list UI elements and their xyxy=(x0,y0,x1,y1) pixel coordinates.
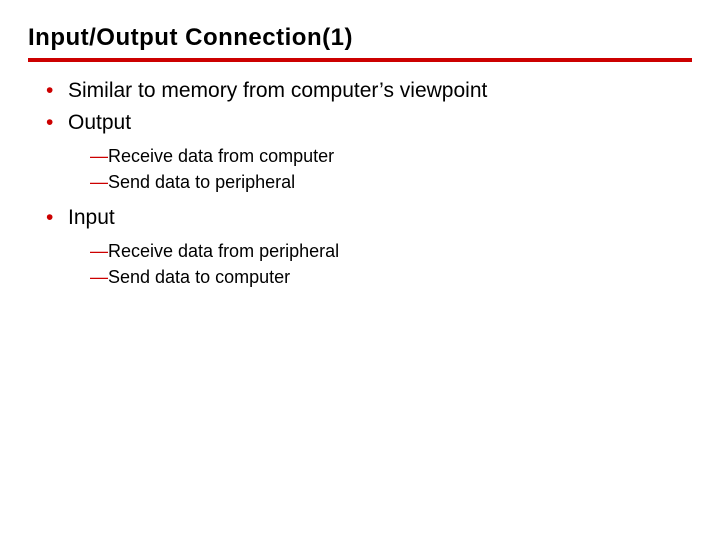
dash-icon: — xyxy=(90,241,108,261)
sub-bullet-item: —Receive data from computer xyxy=(90,143,692,169)
bullet-text: Similar to memory from computer’s viewpo… xyxy=(68,79,487,102)
sub-bullet-text: Receive data from peripheral xyxy=(108,241,339,261)
sub-bullet-list: —Receive data from peripheral —Send data… xyxy=(68,238,692,290)
sub-bullet-list: —Receive data from computer —Send data t… xyxy=(68,143,692,195)
dash-icon: — xyxy=(90,146,108,166)
bullet-list: Similar to memory from computer’s viewpo… xyxy=(28,76,692,290)
sub-bullet-text: Send data to peripheral xyxy=(108,172,295,192)
sub-bullet-text: Receive data from computer xyxy=(108,146,334,166)
sub-bullet-item: —Receive data from peripheral xyxy=(90,238,692,264)
bullet-item: Input —Receive data from peripheral —Sen… xyxy=(46,203,692,290)
bullet-item: Output —Receive data from computer —Send… xyxy=(46,108,692,195)
bullet-item: Similar to memory from computer’s viewpo… xyxy=(46,76,692,106)
bullet-text: Output xyxy=(68,111,131,134)
sub-bullet-item: —Send data to peripheral xyxy=(90,169,692,195)
slide-title: Input/Output Connection(1) xyxy=(28,24,692,62)
sub-bullet-text: Send data to computer xyxy=(108,267,290,287)
slide: Input/Output Connection(1) Similar to me… xyxy=(0,0,720,322)
sub-bullet-item: —Send data to computer xyxy=(90,264,692,290)
dash-icon: — xyxy=(90,172,108,192)
dash-icon: — xyxy=(90,267,108,287)
bullet-text: Input xyxy=(68,206,115,229)
